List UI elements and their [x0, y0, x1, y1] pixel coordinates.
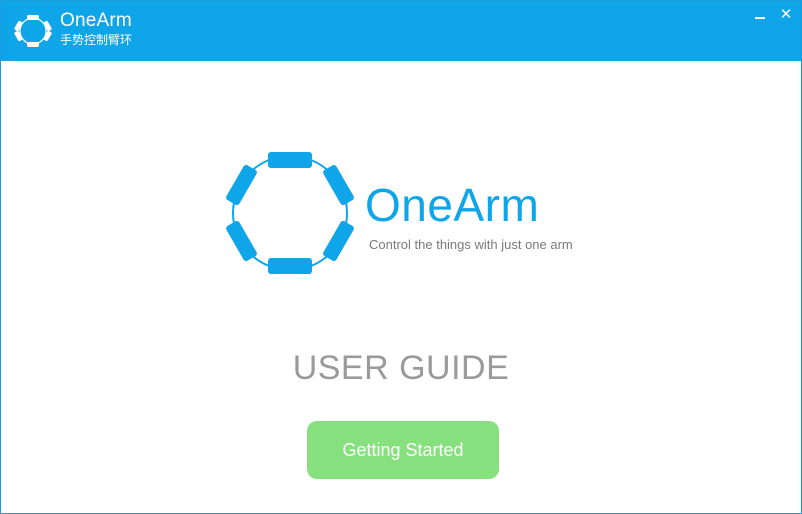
- onearm-logo-icon: [14, 15, 52, 47]
- getting-started-button[interactable]: Getting Started: [307, 421, 499, 479]
- close-button[interactable]: ✕: [776, 5, 796, 25]
- brand-tagline: Control the things with just one arm: [369, 237, 573, 252]
- user-guide-heading: USER GUIDE: [292, 349, 510, 387]
- minimize-icon: [755, 17, 765, 19]
- brand-name: OneArm: [365, 179, 540, 231]
- app-window: OneArm 手势控制臂环 ✕ OneArm Control the thing…: [0, 0, 802, 514]
- hexagon-armband-logo-icon: [226, 152, 354, 274]
- window-subtitle: 手势控制臂环: [60, 33, 133, 47]
- title-bar[interactable]: OneArm 手势控制臂环 ✕: [1, 1, 801, 61]
- minimize-button[interactable]: [750, 5, 770, 25]
- close-icon: ✕: [779, 6, 793, 23]
- window-title: OneArm: [60, 10, 132, 31]
